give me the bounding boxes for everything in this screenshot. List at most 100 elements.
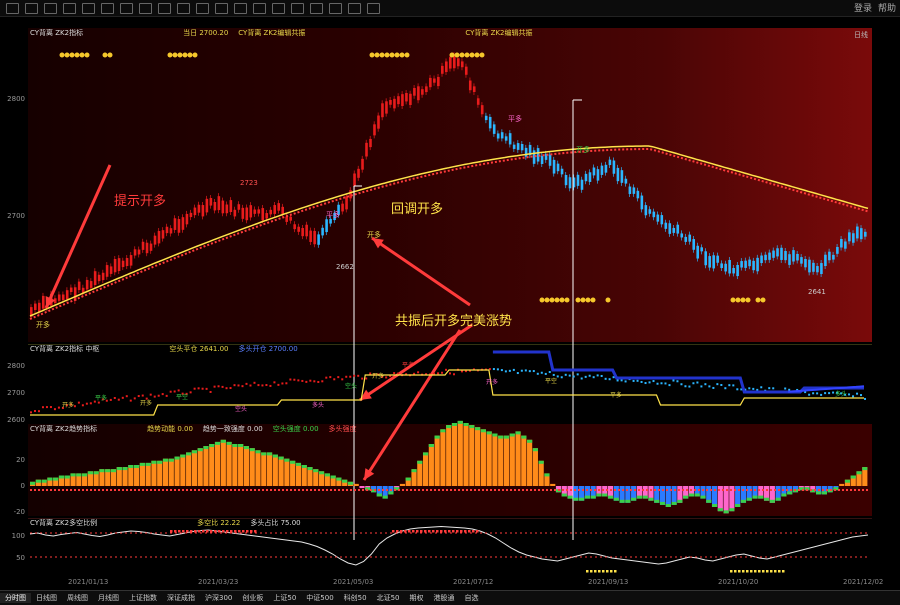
signal-label-flat: 平多 [508, 115, 522, 123]
sub3-signal-square [730, 570, 733, 573]
histogram-bar [255, 450, 261, 486]
tab-11[interactable]: 北证50 [372, 593, 405, 603]
candle-body [213, 202, 217, 211]
sub3-signal-square [440, 530, 443, 533]
histogram-cap [515, 431, 521, 435]
tab-4[interactable]: 上证指数 [124, 593, 162, 603]
sub1-candle [441, 371, 444, 374]
candle-body [696, 245, 700, 259]
signal-dot [474, 52, 480, 58]
histogram-cap [509, 433, 515, 437]
ma-dotted-line [29, 148, 869, 320]
tab-8[interactable]: 上证50 [268, 593, 301, 603]
sub1-candle [89, 402, 92, 405]
tab-10[interactable]: 科创50 [339, 593, 372, 603]
tab-0[interactable]: 分时图 [0, 593, 31, 603]
histogram-bar [209, 444, 215, 486]
sub1-candle [816, 392, 819, 395]
histogram-cap [665, 504, 671, 507]
sub1-label: 空头 [235, 406, 248, 413]
sub1-candle [337, 376, 340, 379]
tab-5[interactable]: 深证成指 [162, 593, 200, 603]
sub1-candle [852, 395, 855, 398]
signal-dot [187, 52, 193, 58]
histogram-bar [232, 444, 238, 486]
histogram-cap [318, 471, 325, 475]
candle-body [389, 100, 392, 105]
histogram-bar [243, 446, 250, 486]
histogram-cap [740, 499, 747, 503]
candle-body [580, 179, 584, 190]
histogram-cap [469, 425, 475, 429]
sub1-candle [273, 381, 276, 384]
sub1-candle [225, 387, 228, 390]
histogram-bar [214, 441, 221, 486]
candle-body [301, 228, 304, 237]
sub1-candle [712, 386, 715, 389]
histogram-cap [561, 493, 567, 497]
sub1-candle [716, 383, 719, 386]
sub1-candle [317, 380, 320, 383]
tab-1[interactable]: 日线图 [31, 593, 62, 603]
signal-dot [404, 52, 410, 58]
sub3-signal-square [214, 530, 217, 533]
sub1-candle [524, 369, 527, 372]
sub1-candle [113, 397, 116, 400]
chart-canvas[interactable] [0, 0, 900, 604]
sub1-candle [676, 380, 679, 383]
histogram-bar [492, 433, 498, 486]
sub3-signal-square [758, 570, 761, 573]
candle-body [425, 86, 428, 93]
tab-13[interactable]: 港股通 [429, 593, 460, 603]
candle-body [560, 168, 564, 175]
sub1-candle [664, 382, 667, 385]
histogram-cap [446, 425, 452, 429]
candle-body [612, 160, 616, 174]
sub3-signal-square [416, 530, 419, 533]
tab-3[interactable]: 月线图 [93, 593, 124, 603]
candle-body [117, 258, 121, 271]
histogram-cap [209, 444, 215, 447]
sub1-candle [700, 385, 703, 388]
candle-body [321, 227, 324, 236]
sub3-signal-square [392, 530, 395, 533]
tab-7[interactable]: 创业板 [237, 593, 268, 603]
signal-dot [102, 52, 108, 58]
sub3-signal-square [770, 570, 773, 573]
sub1-candle [732, 384, 735, 387]
candle-body [349, 190, 352, 199]
tab-6[interactable]: 沪深300 [200, 593, 237, 603]
sub1-candle [45, 406, 48, 409]
sub1-label: 开多 [62, 402, 75, 409]
candle-body [89, 281, 93, 288]
signal-dot [167, 52, 173, 58]
sub3-signal-square [738, 570, 741, 573]
candle-body [452, 55, 456, 69]
candle-body [556, 163, 560, 172]
sub1-candle [53, 408, 56, 411]
candle-body [181, 217, 185, 230]
histogram-cap [457, 420, 463, 424]
sub1-candle [768, 387, 771, 390]
histogram-bar [359, 486, 365, 489]
sub3-signal-square [602, 570, 605, 573]
histogram-bar [503, 435, 510, 486]
signal-dot [539, 297, 545, 303]
tab-14[interactable]: 自选 [460, 593, 484, 603]
candle-body [401, 94, 404, 106]
signal-dot [580, 297, 586, 303]
sub1-candle [329, 376, 332, 379]
histogram-cap [405, 477, 411, 481]
histogram-cap [862, 467, 868, 471]
candle-body [716, 255, 719, 263]
sub1-candle [137, 395, 140, 398]
histogram-bar [469, 425, 475, 486]
tab-12[interactable]: 期权 [405, 593, 429, 603]
sub3-signal-square [170, 530, 173, 533]
tab-9[interactable]: 中证500 [301, 593, 338, 603]
sub3-signal-square [742, 570, 745, 573]
bottom-tab-bar: 分时图 日线图 周线图 月线图 上证指数 深证成指 沪深300 创业板 上证50… [0, 590, 900, 605]
tab-2[interactable]: 周线图 [62, 593, 93, 603]
histogram-cap [284, 458, 290, 462]
candle-body [480, 105, 484, 115]
